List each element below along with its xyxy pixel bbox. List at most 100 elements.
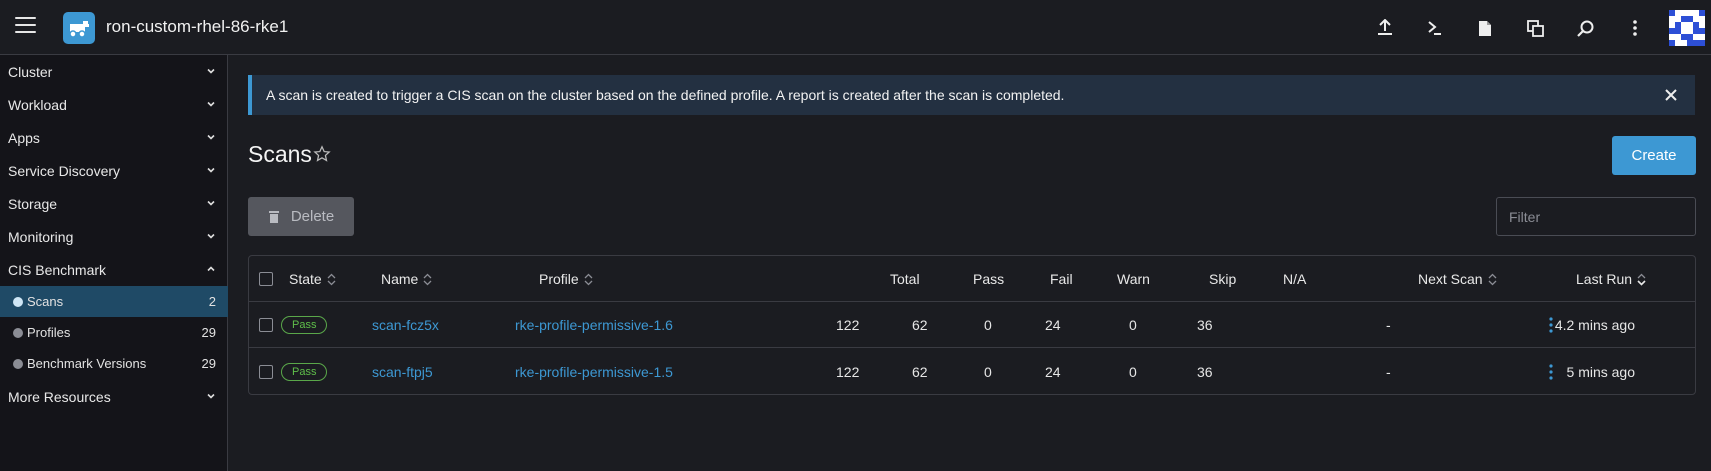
row-actions-icon[interactable] — [1549, 364, 1553, 380]
resource-dot-icon — [13, 327, 23, 338]
na-value: 36 — [1197, 317, 1213, 333]
chevron-down-icon — [207, 233, 215, 239]
chevron-down-icon — [207, 101, 215, 107]
sidebar-item-scans[interactable]: Scans 2 — [0, 286, 228, 317]
column-header-name[interactable]: Name — [381, 256, 432, 302]
sort-icon — [584, 273, 593, 285]
hamburger-menu-icon[interactable] — [15, 17, 36, 37]
upload-icon[interactable] — [1371, 14, 1399, 42]
top-header: ron-custom-rhel-86-rke1 — [0, 0, 1711, 55]
nav-group-more-resources[interactable]: More Resources — [0, 380, 228, 413]
column-header-warn: Warn — [1117, 271, 1150, 287]
sidebar-item-count: 29 — [201, 356, 216, 371]
trash-icon — [268, 211, 279, 223]
scan-name-link[interactable]: scan-fcz5x — [372, 302, 439, 348]
sidebar-item-benchmark-versions[interactable]: Benchmark Versions 29 — [0, 348, 228, 379]
table-row: Pass scan-ftpj5 rke-profile-permissive-1… — [249, 349, 1695, 395]
pass-value: 62 — [912, 317, 928, 333]
nav-group-label: More Resources — [8, 388, 111, 405]
nav-group-service-discovery[interactable]: Service Discovery — [0, 154, 228, 187]
resource-dot-icon — [13, 358, 23, 369]
chevron-up-icon — [207, 266, 215, 272]
cluster-logo-icon — [63, 12, 95, 44]
nav-group-apps[interactable]: Apps — [0, 121, 228, 154]
info-banner: A scan is created to trigger a CIS scan … — [248, 75, 1695, 115]
close-icon[interactable] — [1661, 85, 1681, 105]
nav-group-label: CIS Benchmark — [8, 261, 107, 278]
column-header-state[interactable]: State — [289, 256, 336, 302]
next-scan-value: - — [1386, 364, 1391, 380]
nav-group-label: Monitoring — [8, 228, 74, 245]
column-header-next-scan[interactable]: Next Scan — [1418, 256, 1497, 302]
nav-group-label: Workload — [8, 96, 67, 113]
cluster-name: ron-custom-rhel-86-rke1 — [106, 17, 289, 36]
profile-link[interactable]: rke-profile-permissive-1.5 — [515, 349, 673, 395]
sidebar-item-label: Scans — [27, 294, 64, 309]
nav-group-label: Service Discovery — [8, 162, 121, 179]
terminal-icon[interactable] — [1421, 14, 1449, 42]
star-icon[interactable] — [313, 145, 331, 163]
delete-button-label: Delete — [290, 208, 335, 225]
skip-value: 0 — [1129, 317, 1137, 333]
sidebar-item-count: 29 — [201, 325, 216, 340]
last-run-value: 5 mins ago — [1566, 364, 1635, 380]
delete-button[interactable]: Delete — [248, 197, 354, 236]
resource-dot-icon — [13, 296, 23, 307]
table-header: State Name Profile Total Pass Fail Warn … — [249, 256, 1695, 302]
filter-input[interactable] — [1496, 197, 1696, 236]
row-checkbox[interactable] — [259, 318, 273, 332]
column-label: State — [289, 271, 322, 287]
search-icon[interactable] — [1571, 14, 1599, 42]
nav-group-cluster[interactable]: Cluster — [0, 55, 228, 88]
scan-name-link[interactable]: scan-ftpj5 — [372, 349, 433, 395]
chevron-down-icon — [207, 68, 215, 74]
column-header-skip: Skip — [1209, 271, 1237, 287]
user-avatar[interactable] — [1669, 10, 1705, 46]
nav-group-storage[interactable]: Storage — [0, 187, 228, 220]
copy-icon[interactable] — [1521, 14, 1549, 42]
sidebar-item-label: Benchmark Versions — [27, 356, 147, 371]
column-header-na: N/A — [1283, 271, 1307, 287]
column-header-last-run[interactable]: Last Run — [1576, 256, 1646, 302]
column-label: Next Scan — [1418, 271, 1483, 287]
column-header-profile[interactable]: Profile — [539, 256, 593, 302]
banner-text: A scan is created to trigger a CIS scan … — [266, 87, 1065, 103]
nav-group-monitoring[interactable]: Monitoring — [0, 220, 228, 253]
sidebar: Cluster Workload Apps Service Discovery … — [0, 55, 228, 471]
create-button[interactable]: Create — [1612, 136, 1696, 175]
status-badge: Pass — [281, 363, 328, 381]
skip-value: 0 — [1129, 364, 1137, 380]
fail-value: 0 — [984, 317, 992, 333]
chevron-down-icon — [207, 134, 215, 140]
more-vertical-icon[interactable] — [1621, 14, 1649, 42]
total-value: 122 — [836, 364, 860, 380]
warn-value: 24 — [1045, 317, 1061, 333]
sidebar-item-count: 2 — [208, 294, 216, 309]
page-title: Scans — [248, 141, 312, 167]
na-value: 36 — [1197, 364, 1213, 380]
status-badge: Pass — [281, 316, 328, 334]
last-run-value: 4.2 mins ago — [1554, 317, 1635, 333]
nav-group-cis-benchmark[interactable]: CIS Benchmark — [0, 253, 228, 286]
column-label: Profile — [539, 271, 579, 287]
file-icon[interactable] — [1471, 14, 1499, 42]
row-actions-icon[interactable] — [1549, 317, 1553, 333]
scans-table: State Name Profile Total Pass Fail Warn … — [248, 255, 1696, 395]
column-header-pass: Pass — [973, 271, 1005, 287]
table-row: Pass scan-fcz5x rke-profile-permissive-1… — [249, 302, 1695, 348]
sort-icon — [1488, 273, 1497, 285]
nav-group-label: Apps — [8, 129, 40, 146]
pass-value: 62 — [912, 364, 928, 380]
warn-value: 24 — [1045, 364, 1061, 380]
select-all-checkbox[interactable] — [259, 272, 273, 286]
sort-icon — [327, 273, 336, 285]
row-checkbox[interactable] — [259, 365, 273, 379]
column-label: Name — [381, 271, 419, 287]
sidebar-item-profiles[interactable]: Profiles 29 — [0, 317, 228, 348]
chevron-down-icon — [207, 393, 215, 399]
nav-group-workload[interactable]: Workload — [0, 88, 228, 121]
sidebar-item-label: Profiles — [27, 325, 71, 340]
sort-desc-icon — [1637, 273, 1646, 286]
sort-icon — [423, 273, 432, 285]
profile-link[interactable]: rke-profile-permissive-1.6 — [515, 302, 673, 348]
